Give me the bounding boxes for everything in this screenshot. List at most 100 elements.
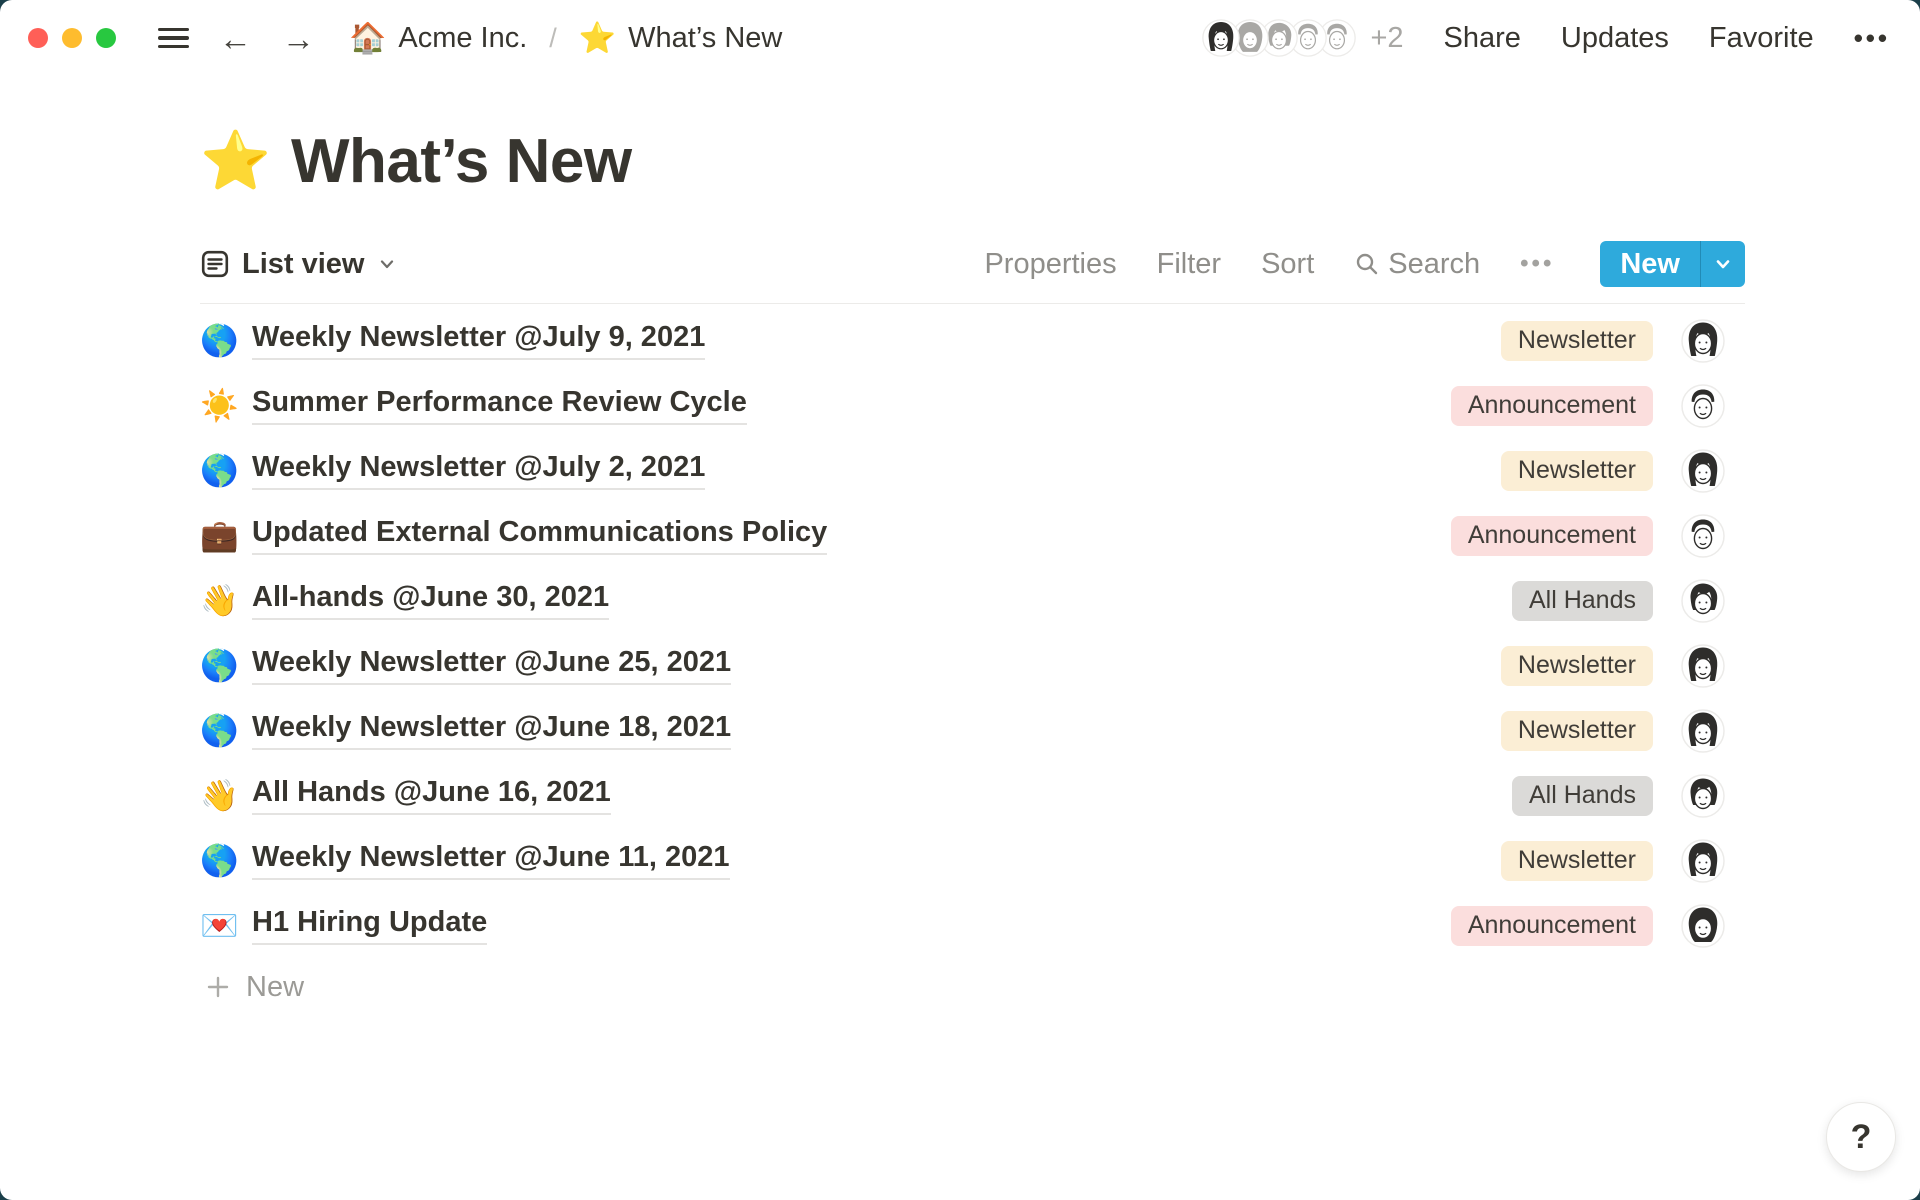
new-button-label: New <box>1600 241 1700 287</box>
page-star-icon[interactable]: ⭐ <box>200 133 271 190</box>
avatar <box>1681 579 1725 623</box>
forward-arrow-icon[interactable]: → <box>282 22 315 55</box>
new-button[interactable]: New <box>1600 241 1745 287</box>
tag-badge: Announcement <box>1451 906 1653 946</box>
list-item[interactable]: 👋 All-hands @June 30, 2021 All Hands <box>200 568 1745 633</box>
tag-badge: Newsletter <box>1501 451 1653 491</box>
page-emoji-icon: 👋 <box>200 582 236 619</box>
page-emoji-icon: 👋 <box>200 777 236 814</box>
traffic-lights <box>28 28 116 48</box>
titlebar: ← → 🏠 Acme Inc. / ⭐ What’s New +2 Share … <box>0 0 1920 76</box>
tag-badge: Newsletter <box>1501 646 1653 686</box>
search-button[interactable]: Search <box>1354 248 1480 281</box>
zoom-window-button[interactable] <box>96 28 116 48</box>
page-link[interactable]: Weekly Newsletter @June 18, 2021 <box>252 711 731 750</box>
avatar <box>1681 774 1725 818</box>
list-item[interactable]: 💼 Updated External Communications Policy… <box>200 503 1745 568</box>
favorite-button[interactable]: Favorite <box>1709 22 1814 55</box>
help-button[interactable]: ? <box>1826 1102 1896 1172</box>
share-button[interactable]: Share <box>1444 22 1521 55</box>
back-arrow-icon[interactable]: ← <box>219 22 252 55</box>
list-item[interactable]: 💌 H1 Hiring Update Announcement <box>200 893 1745 958</box>
chevron-down-icon <box>1712 253 1734 275</box>
close-window-button[interactable] <box>28 28 48 48</box>
list-item[interactable]: 🌎 Weekly Newsletter @June 11, 2021 Newsl… <box>200 828 1745 893</box>
avatar <box>1681 644 1725 688</box>
filter-button[interactable]: Filter <box>1157 248 1221 281</box>
list-view-icon <box>200 249 230 279</box>
page-link[interactable]: Weekly Newsletter @June 25, 2021 <box>252 646 731 685</box>
tag-badge: Newsletter <box>1501 321 1653 361</box>
view-toolbar: List view Properties Filter Sort Search … <box>200 241 1745 304</box>
minimize-window-button[interactable] <box>62 28 82 48</box>
page-link[interactable]: H1 Hiring Update <box>252 906 487 945</box>
page-link[interactable]: Summer Performance Review Cycle <box>252 386 747 425</box>
breadcrumb: 🏠 Acme Inc. / ⭐ What’s New <box>349 21 782 56</box>
page-link[interactable]: Weekly Newsletter @June 11, 2021 <box>252 841 730 880</box>
breadcrumb-separator: / <box>549 23 557 54</box>
properties-button[interactable]: Properties <box>984 248 1116 281</box>
breadcrumb-page[interactable]: What’s New <box>628 22 782 55</box>
page-link[interactable]: Weekly Newsletter @July 2, 2021 <box>252 451 705 490</box>
avatar <box>1681 384 1725 428</box>
home-icon: 🏠 <box>349 21 386 56</box>
list-item[interactable]: 🌎 Weekly Newsletter @June 25, 2021 Newsl… <box>200 633 1745 698</box>
add-new-row-label: New <box>246 971 304 1004</box>
page-link[interactable]: Updated External Communications Policy <box>252 516 827 555</box>
page-title[interactable]: What’s New <box>291 126 632 197</box>
avatar-overflow-count: +2 <box>1370 22 1403 55</box>
help-label: ? <box>1851 1118 1872 1157</box>
page-emoji-icon: 🌎 <box>200 842 236 879</box>
avatar <box>1681 904 1725 948</box>
star-icon: ⭐ <box>579 21 616 56</box>
sidebar-menu-icon[interactable] <box>158 28 189 48</box>
list-item[interactable]: ☀️ Summer Performance Review Cycle Annou… <box>200 373 1745 438</box>
view-options-icon[interactable]: ••• <box>1520 250 1554 278</box>
titlebar-actions: +2 Share Updates Favorite ••• <box>1202 19 1890 57</box>
avatar <box>1681 709 1725 753</box>
add-new-row-button[interactable]: New <box>200 958 1745 1016</box>
updates-button[interactable]: Updates <box>1561 22 1669 55</box>
breadcrumb-workspace[interactable]: Acme Inc. <box>398 22 527 55</box>
tag-badge: Newsletter <box>1501 841 1653 881</box>
list-item[interactable]: 🌎 Weekly Newsletter @July 9, 2021 Newsle… <box>200 308 1745 373</box>
page-emoji-icon: 🌎 <box>200 647 236 684</box>
page-emoji-icon: 💌 <box>200 907 236 944</box>
list-body: 🌎 Weekly Newsletter @July 9, 2021 Newsle… <box>200 308 1745 958</box>
page-header: ⭐ What’s New <box>200 126 1745 197</box>
search-label: Search <box>1388 248 1480 281</box>
avatar <box>1681 839 1725 883</box>
avatar-stack[interactable] <box>1202 19 1356 57</box>
avatar <box>1202 19 1240 57</box>
more-options-icon[interactable]: ••• <box>1854 23 1890 54</box>
avatar <box>1681 319 1725 363</box>
plus-icon <box>204 973 232 1001</box>
toolbar-tools: Properties Filter Sort Search ••• New <box>984 241 1745 287</box>
view-switcher-label: List view <box>242 248 365 281</box>
page-link[interactable]: All-hands @June 30, 2021 <box>252 581 609 620</box>
new-button-chevron[interactable] <box>1701 241 1745 287</box>
tag-badge: Announcement <box>1451 516 1653 556</box>
chevron-down-icon <box>377 254 397 274</box>
list-item[interactable]: 🌎 Weekly Newsletter @July 2, 2021 Newsle… <box>200 438 1745 503</box>
page-emoji-icon: ☀️ <box>200 387 236 424</box>
page-emoji-icon: 🌎 <box>200 712 236 749</box>
sort-button[interactable]: Sort <box>1261 248 1314 281</box>
tag-badge: All Hands <box>1512 581 1653 621</box>
page-link[interactable]: All Hands @June 16, 2021 <box>252 776 611 815</box>
view-switcher[interactable]: List view <box>200 248 397 281</box>
page-content: ⭐ What’s New List view Properties Filter <box>0 126 1920 1016</box>
avatar <box>1681 514 1725 558</box>
avatar <box>1681 449 1725 493</box>
page-link[interactable]: Weekly Newsletter @July 9, 2021 <box>252 321 705 360</box>
page-emoji-icon: 💼 <box>200 517 236 554</box>
app-window: ← → 🏠 Acme Inc. / ⭐ What’s New +2 Share … <box>0 0 1920 1200</box>
tag-badge: Announcement <box>1451 386 1653 426</box>
list-item[interactable]: 🌎 Weekly Newsletter @June 18, 2021 Newsl… <box>200 698 1745 763</box>
list-item[interactable]: 👋 All Hands @June 16, 2021 All Hands <box>200 763 1745 828</box>
page-emoji-icon: 🌎 <box>200 452 236 489</box>
search-icon <box>1354 251 1380 277</box>
page-emoji-icon: 🌎 <box>200 322 236 359</box>
tag-badge: Newsletter <box>1501 711 1653 751</box>
tag-badge: All Hands <box>1512 776 1653 816</box>
